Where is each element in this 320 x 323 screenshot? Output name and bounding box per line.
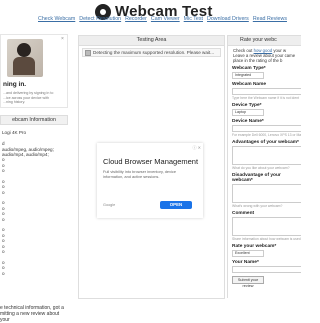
webcam-name-label: Webcam Name: [232, 82, 267, 87]
status-message: Detecting the maximum supported resoluti…: [82, 48, 221, 57]
device-name-label: Device Name*: [232, 119, 264, 124]
testing-area-panel: Testing Area Detecting the maximum suppo…: [78, 35, 225, 299]
rate-label: Rate your webcam*: [232, 244, 277, 249]
ad-text: ...and delivering by signing in to ...ic…: [3, 91, 54, 104]
review-panel: Rate your webc Check out how good your w…: [227, 35, 301, 298]
your-name-label: Your Name*: [232, 260, 259, 265]
advantages-label: Advantages of your webcam*: [232, 140, 299, 145]
nav-cam-viewer[interactable]: Cam Viewer: [151, 16, 180, 22]
review-intro: Check out how good your w Leave a review…: [233, 48, 296, 63]
disadvantages-textarea[interactable]: [232, 184, 301, 203]
info-footer-text: e technical information, got a mitting a…: [0, 305, 64, 323]
webcam-name-hint: Type here the Webcam name if it is not i…: [232, 96, 300, 100]
main-nav: Check Webcam Detect Resolution Recorder …: [38, 16, 287, 22]
advantages-hint: What do you like about your webcam?: [232, 166, 290, 170]
device-name-hint: For example Dell 6000, Lenovo XPS 13 or …: [232, 133, 301, 137]
review-form: Webcam Type* Integrated Webcam Name Type…: [232, 66, 301, 288]
your-name-input[interactable]: [232, 266, 301, 273]
comment-label: Comment: [232, 211, 255, 216]
comment-textarea[interactable]: [232, 217, 301, 236]
device-name-input[interactable]: [232, 125, 301, 132]
close-icon[interactable]: ×: [60, 37, 65, 42]
cloud-ad-brand: Google: [103, 203, 116, 207]
nav-mic-test[interactable]: Mic Test: [184, 16, 203, 22]
cloud-ad-description: Full visibility into browser inventory, …: [103, 169, 177, 179]
webcam-name-input[interactable]: [232, 88, 301, 95]
nav-detect-resolution[interactable]: Detect Resolution: [79, 16, 121, 22]
disadvantages-label: Disadvantage of your webcam*: [232, 173, 281, 183]
loading-icon: [85, 49, 91, 56]
ad-info-icon[interactable]: ⓘ ✕: [193, 145, 201, 151]
webcam-type-select[interactable]: Integrated: [232, 72, 264, 79]
site-header: Webcam Test Check Webcam Detect Resoluti…: [0, 0, 300, 26]
review-title: Rate your webc: [228, 36, 301, 46]
webcam-info-list: Logi 4K Pro d audio/mpeg, audio/mpeg; au…: [0, 125, 66, 276]
device-type-label: Device Type*: [232, 103, 262, 108]
left-advertisement[interactable]: × ning in. ...and delivering by signing …: [0, 34, 68, 108]
rate-select[interactable]: Excellent: [232, 250, 264, 257]
webcam-info-title: ebcam Information: [0, 115, 68, 125]
nav-read-reviews[interactable]: Read Reviews: [253, 16, 287, 22]
open-button[interactable]: OPEN: [160, 201, 192, 209]
advantages-textarea[interactable]: [232, 146, 301, 165]
ad-photo: [7, 39, 43, 77]
webcam-type-label: Webcam Type*: [232, 66, 266, 71]
nav-download-drivers[interactable]: Download Drivers: [207, 16, 249, 22]
device-type-select[interactable]: Laptop: [232, 109, 264, 116]
comment-hint: Share information about how webcam is us…: [232, 237, 301, 241]
nav-check-webcam[interactable]: Check Webcam: [38, 16, 75, 22]
cloud-advertisement[interactable]: ⓘ ✕ Cloud Browser Management Full visibi…: [97, 143, 203, 218]
submit-review-button[interactable]: Submit your review: [232, 276, 264, 288]
testing-area-title: Testing Area: [79, 36, 224, 46]
disadvantages-hint: What's wrong with your webcam?: [232, 204, 283, 208]
ad-title: ning in.: [3, 81, 27, 88]
info-row: o: [2, 270, 5, 276]
cloud-ad-title: Cloud Browser Management: [103, 157, 199, 166]
nav-recorder[interactable]: Recorder: [125, 16, 147, 22]
